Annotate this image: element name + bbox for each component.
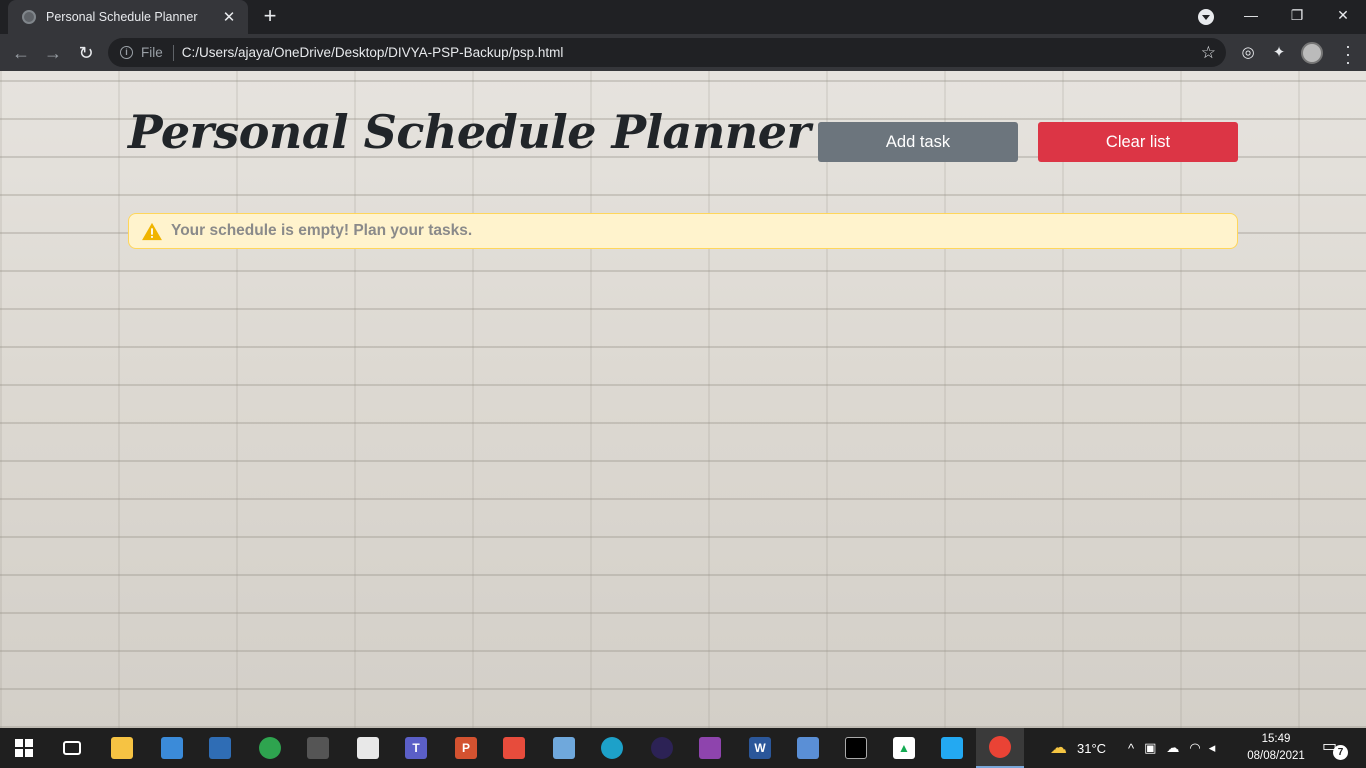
notepad-icon[interactable] xyxy=(344,728,392,768)
mongodb-icon[interactable]: ▲ xyxy=(880,728,928,768)
task-view-icon[interactable] xyxy=(48,728,96,768)
network-app-icon[interactable] xyxy=(148,728,196,768)
clock-time: 15:49 xyxy=(1261,733,1291,745)
weather-cloud-icon: ☁ xyxy=(1050,738,1067,757)
windows-taskbar: T P W ▲ ☁ 31°C ^ ▣ ☁ ◠ ◂ 15:49 08/08/202… xyxy=(0,728,1366,768)
profile-avatar[interactable] xyxy=(1301,42,1323,64)
menu-dots-icon[interactable]: · · · xyxy=(1338,37,1358,71)
office-icon[interactable] xyxy=(490,728,538,768)
minimize-button[interactable]: — xyxy=(1228,0,1274,30)
alert-message: Your schedule is empty! Plan your tasks. xyxy=(171,222,473,239)
edge-icon[interactable] xyxy=(588,728,636,768)
restore-button[interactable]: ❐ xyxy=(1274,0,1320,30)
weather-temperature: 31°C xyxy=(1077,740,1107,756)
atom-icon[interactable] xyxy=(246,728,294,768)
windows-logo-icon xyxy=(15,739,33,757)
close-tab-icon[interactable]: ✕ xyxy=(220,8,238,26)
eclipse-icon[interactable] xyxy=(638,728,686,768)
clear-list-button[interactable]: Clear list xyxy=(1038,122,1238,162)
page-viewport: Personal Schedule Planner Add task Clear… xyxy=(0,71,1366,728)
notification-badge: 7 xyxy=(1333,745,1348,760)
back-button[interactable]: ← xyxy=(8,40,34,66)
wifi-icon[interactable]: ◠ xyxy=(1189,740,1200,756)
address-bar[interactable]: i File C:/Users/ajaya/OneDrive/Desktop/D… xyxy=(108,38,1226,67)
powerpoint-icon[interactable]: P xyxy=(442,728,490,768)
empty-schedule-alert: Your schedule is empty! Plan your tasks. xyxy=(128,213,1238,249)
taskbar-clock[interactable]: 15:49 08/08/2021 xyxy=(1240,731,1312,765)
vscode-icon[interactable] xyxy=(928,728,976,768)
page-title: Personal Schedule Planner xyxy=(128,105,811,159)
add-task-button[interactable]: Add task xyxy=(818,122,1018,162)
onedrive-icon[interactable]: ☁ xyxy=(1166,740,1179,756)
word-icon[interactable]: W xyxy=(736,728,784,768)
winrar-icon[interactable] xyxy=(686,728,734,768)
extension-icon[interactable]: ◎ xyxy=(1237,42,1259,64)
console-icon[interactable] xyxy=(832,728,880,768)
reload-button[interactable]: ↻ xyxy=(73,40,99,66)
puzzle-extensions-icon[interactable]: ✦ xyxy=(1268,42,1290,64)
weather-widget[interactable]: ☁ 31°C xyxy=(1050,728,1106,768)
terminal-icon[interactable] xyxy=(294,728,342,768)
file-explorer-icon[interactable] xyxy=(98,728,146,768)
url-scheme-label: File xyxy=(141,44,174,61)
volume-icon[interactable]: ◂ xyxy=(1209,740,1216,756)
close-window-button[interactable]: ✕ xyxy=(1320,0,1366,30)
globe-icon xyxy=(22,10,36,24)
info-icon[interactable]: i xyxy=(120,46,133,59)
meet-icon[interactable]: ▣ xyxy=(1144,740,1156,756)
clock-date: 08/08/2021 xyxy=(1247,750,1305,762)
forward-button[interactable]: → xyxy=(40,40,66,66)
photos-icon[interactable] xyxy=(540,728,588,768)
teams-icon[interactable]: T xyxy=(392,728,440,768)
notifications-icon[interactable]: ▭ 7 xyxy=(1322,736,1348,760)
new-tab-button[interactable]: + xyxy=(258,5,282,29)
start-button[interactable] xyxy=(0,728,48,768)
url-text[interactable]: C:/Users/ajaya/OneDrive/Desktop/DIVYA-PS… xyxy=(182,45,1201,60)
warning-icon xyxy=(142,222,162,240)
browser-tab[interactable]: Personal Schedule Planner ✕ xyxy=(8,0,248,34)
tab-search-icon[interactable] xyxy=(1198,9,1214,25)
browser-toolbar: ← → ↻ i File C:/Users/ajaya/OneDrive/Des… xyxy=(0,34,1366,71)
window-app-icon[interactable] xyxy=(196,728,244,768)
chevron-up-icon[interactable]: ^ xyxy=(1128,741,1134,756)
virtualbox-icon[interactable] xyxy=(784,728,832,768)
browser-tab-strip: Personal Schedule Planner ✕ + — ❐ ✕ xyxy=(0,0,1366,34)
tab-title: Personal Schedule Planner xyxy=(46,10,198,24)
system-tray: ^ ▣ ☁ ◠ ◂ xyxy=(1128,728,1215,768)
bookmark-star-icon[interactable]: ☆ xyxy=(1201,43,1216,63)
chrome-icon[interactable] xyxy=(976,728,1024,768)
